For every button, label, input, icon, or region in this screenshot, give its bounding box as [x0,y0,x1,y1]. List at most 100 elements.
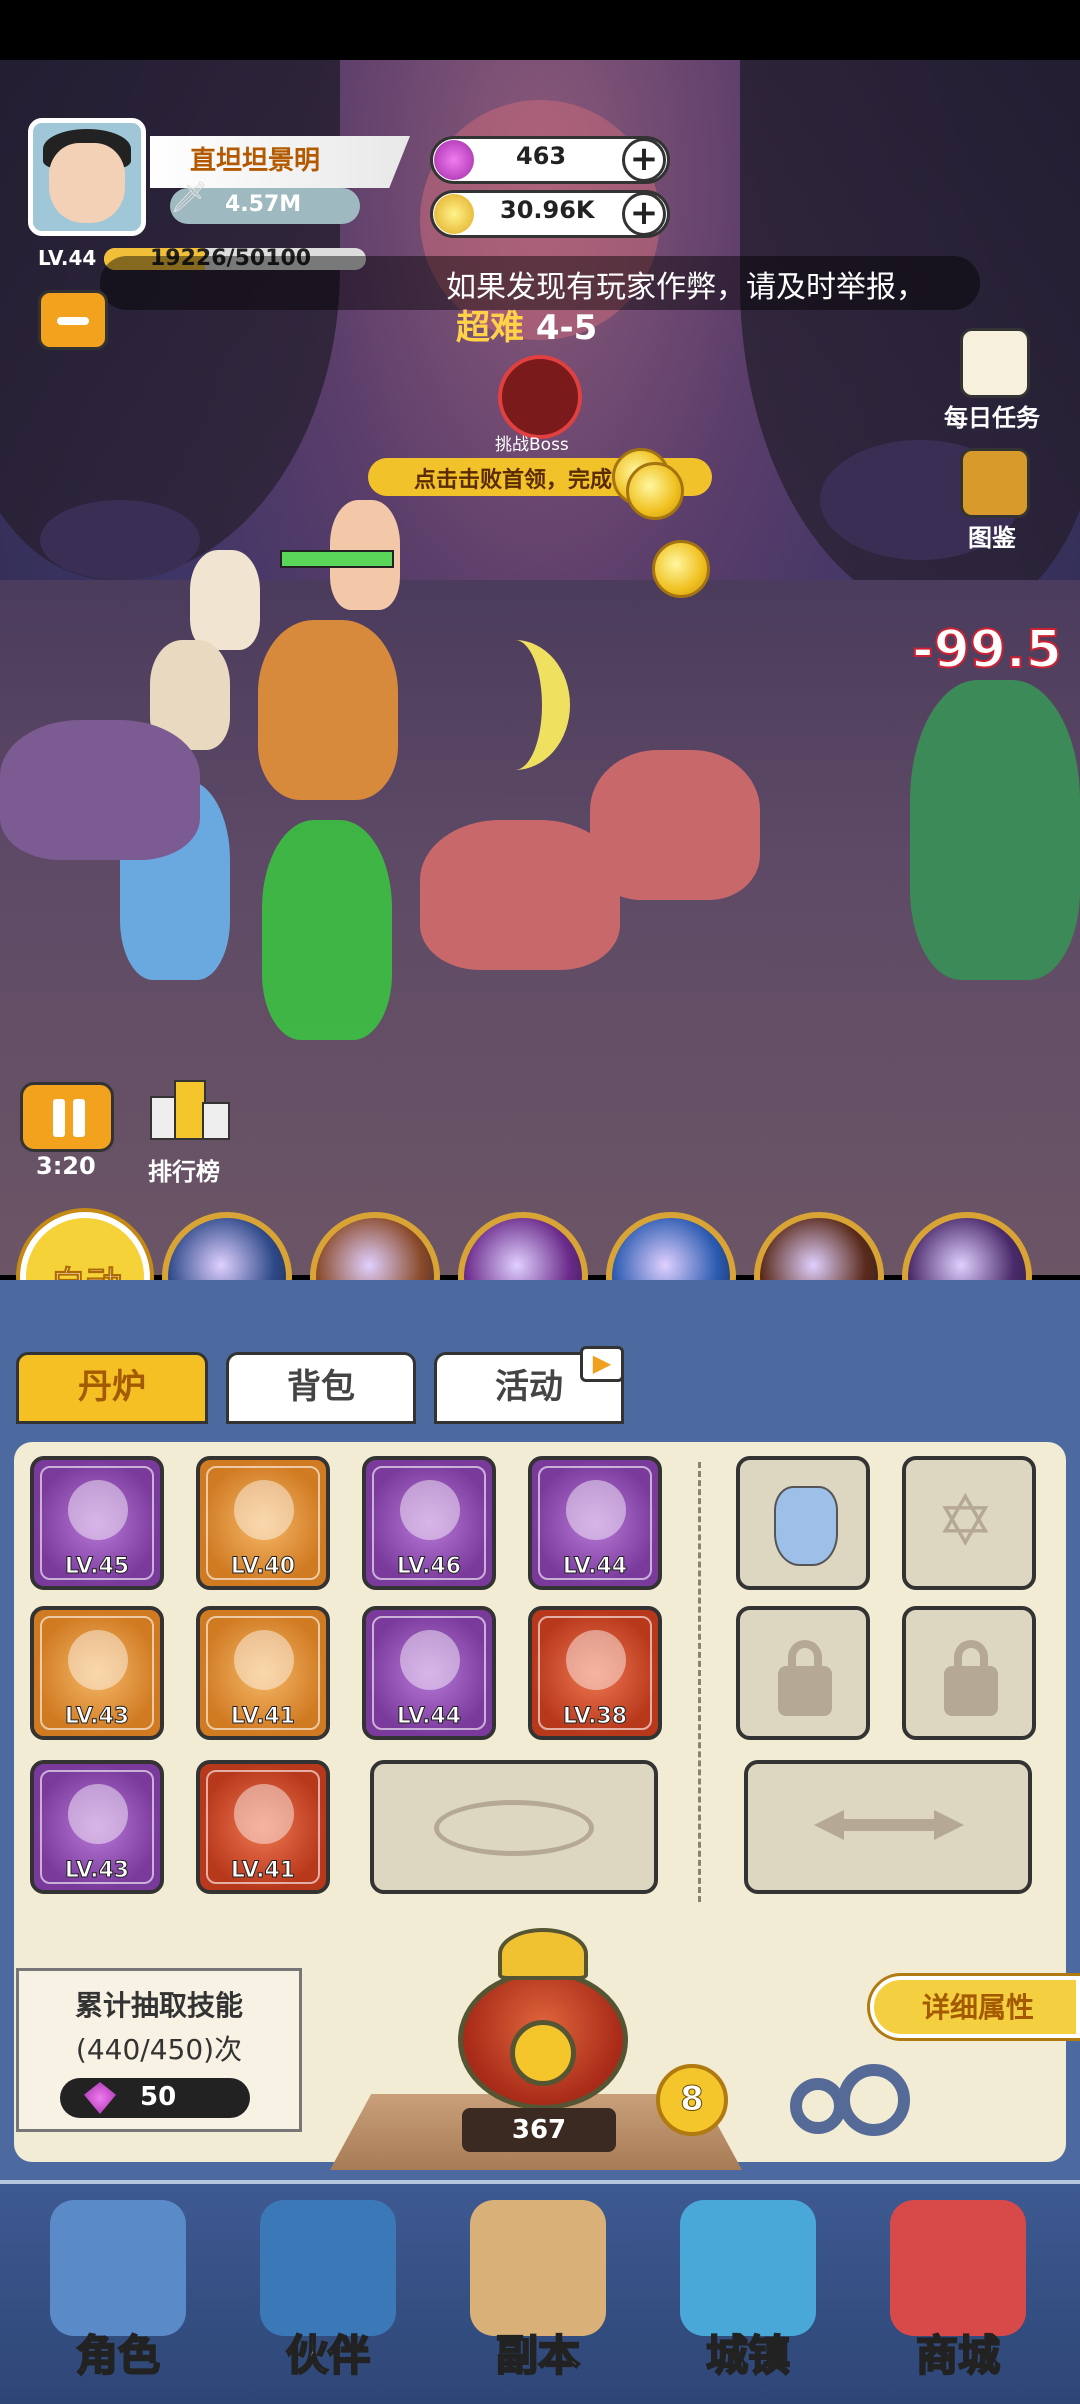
enemy-beast [590,750,760,900]
slash-effect [460,640,570,770]
daily-tasks-label: 每日任务 [944,404,1040,432]
minus-icon [57,317,89,325]
cape-icon [774,1486,838,1566]
ally-character [190,550,260,650]
skill-item-icon [68,1784,128,1844]
collection-book-icon[interactable] [960,448,1030,518]
combat-power: 4.57M [225,192,302,217]
partner-icon [260,2200,396,2336]
nav-character[interactable]: 角色 [20,2190,216,2390]
nav-label: 城镇 [705,2330,791,2381]
player-hero [262,820,392,1040]
stage-number: 4-5 [535,308,598,348]
flame-icon [510,2020,576,2086]
locked-slot[interactable] [736,1606,870,1740]
hexagram-icon: ✡ [936,1480,995,1562]
skill-item-card[interactable]: LV.44 [528,1456,662,1590]
tab-bag[interactable]: 背包 [226,1352,416,1424]
skill-item-card[interactable]: LV.43 [30,1760,164,1894]
empty-weapon-slot[interactable] [744,1760,1032,1894]
skill-item-icon [400,1480,460,1540]
skill-item-card[interactable]: LV.45 [30,1456,164,1590]
draw-stats-count: (440/450)次 [75,2033,243,2066]
nav-label: 商城 [915,2330,1001,2381]
furnace-count: 367 [462,2108,616,2152]
skill-item-level: LV.41 [230,1858,296,1884]
trident-icon [814,1810,964,1840]
equipped-slot-cape[interactable] [736,1456,870,1590]
menu-button[interactable] [38,290,108,350]
gear-icon[interactable] [838,2064,910,2136]
equipped-slot-hexagram[interactable]: ✡ [902,1456,1036,1590]
skill-item-level: LV.40 [230,1554,296,1580]
skill-item-icon [566,1480,626,1540]
pause-button[interactable] [20,1082,114,1152]
skill-item-card[interactable]: LV.40 [196,1456,330,1590]
locked-slot[interactable] [902,1606,1036,1740]
gold-coin-drop[interactable] [626,462,684,520]
add-gold-button[interactable]: + [622,192,666,236]
nav-dungeon[interactable]: 副本 [440,2190,636,2390]
skill-item-level: LV.41 [230,1704,296,1730]
skill-item-level: LV.44 [396,1704,462,1730]
skill-item-card[interactable]: LV.38 [528,1606,662,1740]
skill-item-card[interactable]: LV.41 [196,1760,330,1894]
boss-hint-text: 点击击败首领，完成 [414,468,613,493]
nav-label: 副本 [495,2330,581,2381]
add-gems-button[interactable]: + [622,138,666,182]
lock-icon [954,1640,988,1668]
furnace-lid [498,1928,588,1980]
challenge-boss-button[interactable] [498,355,582,439]
skill-item-card[interactable]: LV.46 [362,1456,496,1590]
play-arrow-icon[interactable]: ▶ [580,1346,624,1382]
alchemy-furnace[interactable] [418,1920,668,2140]
furnace-level-badge[interactable]: 8 [656,2064,728,2136]
skill-item-icon [234,1480,294,1540]
player-avatar[interactable] [28,118,146,236]
pause-icon [51,1099,87,1137]
nav-town[interactable]: 城镇 [650,2190,846,2390]
skill-item-level: LV.38 [562,1704,628,1730]
skill-item-icon [68,1630,128,1690]
divider [698,1462,701,1902]
daily-tasks-icon[interactable] [960,328,1030,398]
leaderboard-icon[interactable] [140,1070,236,1150]
skill-item-card[interactable]: LV.43 [30,1606,164,1740]
skill-item-icon [234,1630,294,1690]
stage-label: 超难 4-5 [456,300,597,349]
stage-difficulty: 超难 [456,308,524,348]
shiba-ally [258,620,398,800]
nav-partner[interactable]: 伙伴 [230,2190,426,2390]
draw-stats-title: 累计抽取技能 [74,1989,243,2022]
status-bar [0,0,1080,60]
ally-health-bar [280,550,394,568]
nav-label: 角色 [75,2330,161,2381]
gold-coin-drop[interactable] [652,540,710,598]
skill-item-level: LV.43 [64,1704,130,1730]
sword-icon: 🗡 [170,180,209,215]
gold-coin-icon [434,194,474,234]
skill-item-level: LV.46 [396,1554,462,1580]
skill-item-card[interactable]: LV.44 [362,1606,496,1740]
skill-item-level: LV.44 [562,1554,628,1580]
damage-number: -99.5 [911,619,1063,681]
nav-shop[interactable]: 商城 [860,2190,1056,2390]
skill-item-level: LV.43 [64,1858,130,1884]
skill-item-icon [234,1784,294,1844]
skill-item-card[interactable]: LV.41 [196,1606,330,1740]
character-icon [50,2200,186,2336]
skill-item-icon [566,1630,626,1690]
gold-amount: 30.96K [500,196,595,224]
gem-icon [434,140,474,180]
dungeon-icon [470,2200,606,2336]
collection-label: 图鉴 [968,524,1016,552]
enemy-beast-pack [0,720,200,860]
enemy-soldiers [910,680,1080,980]
bush [40,500,200,580]
skill-item-icon [400,1630,460,1690]
skill-item-icon [68,1480,128,1540]
empty-array-slot[interactable] [370,1760,658,1894]
tab-furnace[interactable]: 丹炉 [16,1352,208,1424]
gem-amount: 463 [516,142,567,170]
gem-cost: 50 [140,2082,177,2112]
